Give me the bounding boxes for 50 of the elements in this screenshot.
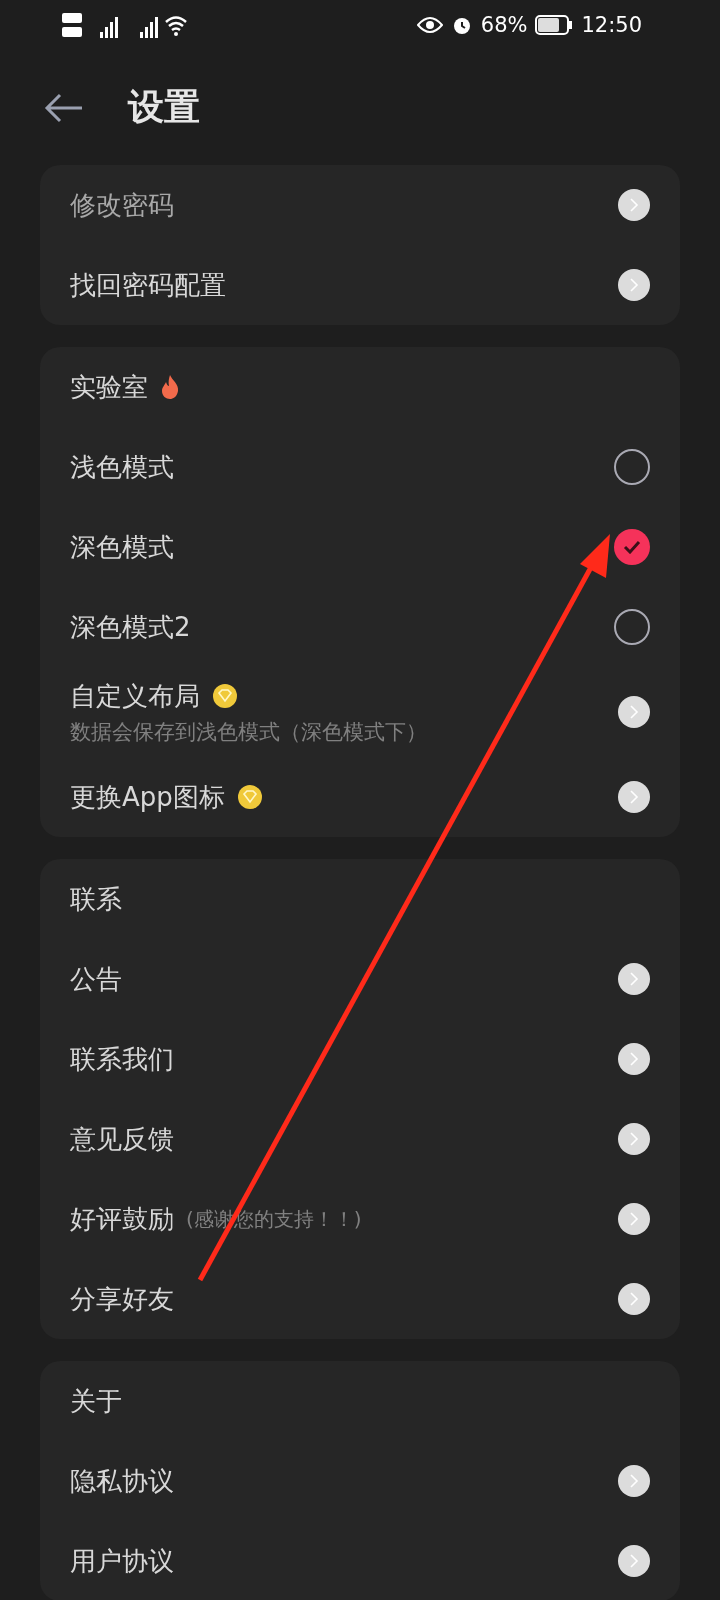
chevron-button[interactable] (618, 696, 650, 728)
chevron-button[interactable] (618, 1043, 650, 1075)
setting-description: 数据会保存到浅色模式（深色模式下） (70, 718, 427, 746)
chevron-button[interactable] (618, 963, 650, 995)
setting-label: 公告 (70, 962, 122, 996)
setting-label: 找回密码配置 (70, 268, 226, 302)
setting-label: 浅色模式 (70, 450, 174, 484)
chevron-right-icon (629, 1474, 639, 1488)
radio-button[interactable] (614, 609, 650, 645)
chevron-right-icon (629, 198, 639, 212)
setting-label: 深色模式2 (70, 610, 191, 644)
setting-label: 意见反馈 (70, 1122, 174, 1156)
chevron-right-icon (629, 705, 639, 719)
setting-label: 隐私协议 (70, 1464, 174, 1498)
chevron-right-icon (629, 1554, 639, 1568)
setting-label: 分享好友 (70, 1282, 174, 1316)
setting-label: 好评鼓励 (70, 1202, 174, 1236)
chevron-button[interactable] (618, 189, 650, 221)
chevron-right-icon (629, 1292, 639, 1306)
chevron-right-icon (629, 278, 639, 292)
battery-percentage: 68% (480, 13, 528, 37)
checked-radio-button[interactable] (614, 529, 650, 565)
section-title: 联系 (70, 882, 122, 916)
back-arrow-icon[interactable] (44, 92, 84, 123)
chevron-button[interactable] (618, 1203, 650, 1235)
chevron-right-icon (629, 1132, 639, 1146)
setting-label: 用户协议 (70, 1544, 174, 1578)
chevron-button[interactable] (618, 1123, 650, 1155)
radio-button[interactable] (614, 449, 650, 485)
section-title: 关于 (70, 1384, 122, 1418)
chevron-button[interactable] (618, 1465, 650, 1497)
chevron-right-icon (629, 790, 639, 804)
chevron-right-icon (629, 1052, 639, 1066)
chevron-button[interactable] (618, 269, 650, 301)
setting-label: 联系我们 (70, 1042, 174, 1076)
battery-icon (535, 15, 574, 35)
setting-label: 更换App图标 (70, 780, 225, 814)
chevron-button[interactable] (618, 1283, 650, 1315)
page-title: 设置 (128, 85, 200, 129)
eye-icon (416, 16, 443, 34)
setting-label: 自定义布局 (70, 679, 200, 713)
setting-label: 修改密码 (70, 188, 174, 222)
chevron-right-icon (629, 972, 639, 986)
chevron-button[interactable] (618, 1545, 650, 1577)
setting-label: 深色模式 (70, 530, 174, 564)
chevron-right-icon (629, 1212, 639, 1226)
section-title: 实验室 (70, 370, 148, 404)
check-icon (623, 540, 641, 554)
clock-time: 12:50 (581, 13, 642, 37)
chevron-button[interactable] (618, 781, 650, 813)
